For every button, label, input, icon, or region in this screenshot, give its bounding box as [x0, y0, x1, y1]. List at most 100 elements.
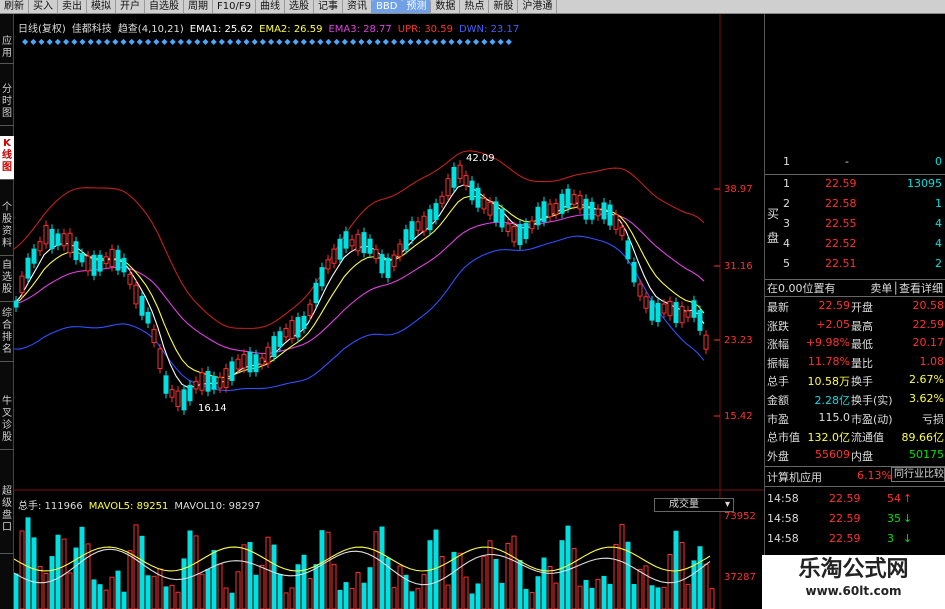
- candle-body: [547, 203, 553, 218]
- candle-body: [613, 214, 619, 230]
- quote-label: 金额: [767, 394, 789, 407]
- volume-bar: [235, 571, 241, 609]
- volume-bar: [697, 546, 703, 609]
- candle-body: [295, 317, 301, 338]
- volume-bar: [529, 592, 535, 609]
- legend-item: 佳都科技: [71, 24, 112, 35]
- sidebar-tab[interactable]: 综合排名: [0, 306, 14, 362]
- toolbar-button[interactable]: 选股: [285, 0, 314, 13]
- signal-diamond: ◆: [432, 37, 439, 46]
- toolbar-button[interactable]: 刷新: [0, 0, 29, 13]
- volume-legend-item: MAVOL10: 98297: [174, 501, 261, 512]
- toolbar-button[interactable]: 数据: [431, 0, 461, 13]
- volume: 1: [935, 197, 942, 210]
- volume-bar: [73, 547, 79, 609]
- toolbar-button[interactable]: 预测: [402, 0, 432, 13]
- sidebar-tab[interactable]: 超级盘口: [0, 484, 14, 554]
- toolbar-button[interactable]: 买入: [29, 0, 58, 13]
- candle-body: [151, 329, 157, 343]
- toolbar-button[interactable]: 沪港通: [518, 0, 558, 13]
- candle-body: [91, 254, 97, 276]
- toolbar-button[interactable]: F10/F9: [213, 0, 256, 13]
- toolbar-button[interactable]: 记事: [314, 0, 343, 13]
- volume-bar: [145, 575, 151, 609]
- level: 3: [783, 217, 790, 230]
- signal-diamond: ◆: [88, 37, 95, 46]
- candle-body: [625, 240, 631, 260]
- candle-body: [25, 257, 31, 279]
- volume-bar: [637, 568, 643, 609]
- toolbar-button[interactable]: 资讯: [343, 0, 372, 13]
- toolbar-button[interactable]: 热点: [460, 0, 490, 13]
- volume-bar: [349, 587, 355, 609]
- sidebar-tab[interactable]: 个股资料: [0, 200, 14, 256]
- signal-diamond: ◆: [219, 37, 226, 46]
- sell-detail-link[interactable]: 卖单│查看详细: [870, 280, 943, 296]
- candle-body: [451, 166, 457, 188]
- candle-body: [631, 261, 637, 283]
- sidebar-tab[interactable]: 自选股: [0, 258, 14, 302]
- y-axis-label: 23.23: [724, 335, 753, 346]
- volume-bar: [307, 578, 313, 609]
- volume-legend-item: 总手: 111966: [18, 501, 83, 512]
- price: 22.55: [825, 217, 857, 230]
- volume-bar: [367, 567, 373, 609]
- candle-body: [253, 354, 259, 373]
- sidebar-tab[interactable]: 牛叉诊股: [0, 394, 14, 450]
- quote-label: 市盈: [767, 412, 789, 426]
- legend-item: EMA3: 28.77: [328, 24, 392, 35]
- price: 22.59: [825, 177, 857, 190]
- candle-body: [643, 296, 649, 309]
- kline-chart[interactable]: ◆ ◆ ◆ ◆ ◆ ◆ ◆ ◆ ◆ ◆ ◆ ◆ ◆ ◆ ◆ ◆ ◆ ◆ ◆ ◆ ◆ ◆ ◆ ◆ ◆ ◆ ◆ ◆ ◆ ◆ ◆ ◆ ◆ ◆ ◆ ◆ ◆ ◆ ◆ ◆…: [14, 14, 764, 609]
- candle-body: [619, 226, 625, 237]
- toolbar-button[interactable]: BBD: [371, 0, 403, 13]
- industry-compare-button[interactable]: 同行业比较: [891, 467, 945, 482]
- candle-body: [121, 257, 127, 273]
- toolbar-button[interactable]: 卖出: [58, 0, 87, 13]
- volume-bar: [271, 544, 277, 609]
- volume-bar: [541, 557, 547, 609]
- candle-body: [127, 273, 133, 285]
- volume-bar: [577, 585, 583, 609]
- volume-indicator-dropdown[interactable]: 成交量: [654, 498, 734, 512]
- level: 5: [783, 257, 790, 270]
- signal-diamond: ◆: [301, 37, 308, 46]
- signal-diamond: ◆: [38, 37, 45, 46]
- candle-body: [355, 233, 361, 252]
- volume-bar: [55, 534, 61, 609]
- volume-legend: 总手: 111966 MAVOL5: 89251 MAVOL10: 98297: [18, 497, 266, 512]
- candle-body: [589, 201, 595, 220]
- candle-body: [385, 257, 391, 278]
- candle-body: [61, 233, 67, 247]
- candle-body: [43, 225, 49, 245]
- sidebar-tab[interactable]: 应用: [0, 34, 14, 64]
- signal-diamond: ◆: [120, 37, 127, 46]
- sidebar-tab[interactable]: 分时图: [0, 82, 14, 126]
- toolbar-button[interactable]: 自选股: [145, 0, 184, 13]
- volume-bar: [301, 554, 307, 609]
- candle-body: [193, 380, 199, 390]
- candle-body: [331, 248, 337, 264]
- quote-label: 涨幅: [767, 338, 789, 352]
- candle-body: [139, 295, 145, 316]
- toolbar-button[interactable]: 开户: [116, 0, 145, 13]
- quote-value: 115.0: [818, 410, 851, 424]
- candle-body: [685, 310, 691, 318]
- legend-item: 日线(复权): [18, 24, 66, 35]
- toolbar-button[interactable]: 模拟: [87, 0, 116, 13]
- candle-body: [265, 346, 271, 364]
- toolbar-button[interactable]: 曲线: [256, 0, 285, 13]
- volume-bar: [421, 573, 427, 609]
- volume-bar: [103, 589, 109, 609]
- sidebar-tab[interactable]: K线图: [0, 136, 14, 180]
- toolbar-button[interactable]: 新股: [489, 0, 519, 13]
- watermark-title: 乐淘公式网: [798, 557, 909, 582]
- candle-body: [511, 225, 517, 243]
- candle-body: [457, 164, 463, 180]
- toolbar-button[interactable]: 周期: [184, 0, 213, 13]
- candle-body: [55, 233, 61, 246]
- volume-bar: [661, 586, 667, 609]
- quote-label: 振幅: [767, 356, 789, 370]
- signal-diamond: ◆: [161, 37, 168, 46]
- quote-value: 55609: [815, 447, 850, 461]
